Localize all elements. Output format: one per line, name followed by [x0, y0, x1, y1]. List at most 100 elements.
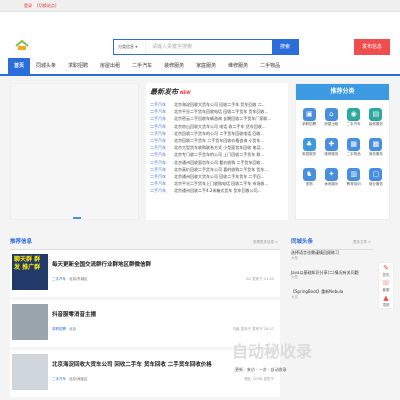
item-thumbnail[interactable]	[12, 354, 48, 390]
category-item[interactable]: ▩ 商务服务	[365, 132, 387, 162]
category-item[interactable]: ◉ 二手汽车	[343, 102, 365, 132]
news-row[interactable]: 二手汽车 北京平谷二手货车上门收购电话 回收二手车 市场收...	[150, 180, 284, 187]
news-text[interactable]: 北京密云二手回收车辆咨询 长期回收二手货车厂家联...	[174, 115, 271, 122]
book-icon: ▥	[347, 167, 361, 181]
news-category[interactable]: 二手汽车	[150, 137, 174, 144]
float-top-icon[interactable]: ▲	[379, 293, 393, 303]
item-category[interactable]: 二手汽车	[52, 377, 66, 381]
headline-item[interactable]: 【SpringBoot】重新Nebula 大型	[291, 289, 373, 301]
news-text[interactable]: 北京平谷二手货车上门收购电话 回收二手车 市场收...	[174, 180, 268, 187]
nav-item-rent[interactable]: 房屋出租	[94, 58, 126, 74]
headline-text[interactable]: Java以基础知识分享(二)情况有关问题	[291, 270, 359, 275]
news-text[interactable]: 北京通州回收二手4.2米箱式货车 货车回收公司...	[174, 187, 261, 194]
item-title[interactable]: 每天更新全国交流群行业群地区群微信群	[52, 260, 151, 268]
nav-item-repair[interactable]: 维修服务	[222, 58, 254, 74]
news-text[interactable]: 北京回收二手货车的公司 二手货车回收电话 回收...	[174, 130, 264, 137]
news-row[interactable]: 二手汽车 北京房山回收大货车公司 电话 收二手车 货车回收...	[150, 123, 284, 130]
news-text[interactable]: 北京海淀回收大货车公司 回收二手车 货车回收 二...	[174, 101, 266, 108]
logo-icon[interactable]	[14, 39, 30, 51]
news-row[interactable]: 二手汽车 北京回收二手货车 二手货车回收价格咨询 小货车...	[150, 137, 284, 144]
item-location: 北京/海淀区	[69, 377, 88, 381]
headline-text[interactable]: 【SpringBoot】重新Nebula	[291, 289, 343, 294]
news-category[interactable]: 二手汽车	[150, 101, 174, 108]
item-category[interactable]: 二手汽车	[52, 277, 66, 281]
news-category[interactable]: 二手汽车	[150, 151, 174, 158]
news-category[interactable]: 二手汽车	[150, 180, 174, 187]
nav-item-jobs[interactable]: 求职招聘	[62, 58, 94, 74]
category-label: 二手汽车	[346, 121, 361, 126]
news-category[interactable]: 二手汽车	[150, 108, 174, 115]
news-row[interactable]: 二手汽车 北京密云二手回收车辆咨询 长期回收二手货车厂家联...	[150, 115, 284, 122]
news-text[interactable]: 北京大型货车收购联系方式 小型面包车回收 电话...	[174, 144, 264, 151]
news-text[interactable]: 北京通州回收面包车公司 看价收购 二手货车回收...	[174, 159, 264, 166]
news-row[interactable]: 二手汽车 北京大型货车收购联系方式 小型面包车回收 电话...	[150, 144, 284, 151]
news-text[interactable]: 北京回收二手货车 二手货车回收价格咨询 小货车...	[174, 137, 264, 144]
nav-item-used-cars[interactable]: 二手汽车	[126, 58, 158, 74]
news-row[interactable]: 二手汽车 北京高价回收二手货车公司 喜的收购二手货车 货车...	[150, 166, 284, 173]
news-category[interactable]: 二手汽车	[150, 123, 174, 130]
category-label: 求职招聘	[302, 121, 317, 126]
float-service-icon[interactable]: ☏	[379, 278, 393, 288]
login-link[interactable]: 登录	[24, 3, 32, 8]
latest-news-panel: 最新发布 NEW 二手汽车 北京海淀回收大货车公司 回收二手车 货车回收 二... 二…	[146, 83, 288, 220]
news-row[interactable]: 二手汽车 北京平谷二手货车回收电话 回收二手货车 货车回收...	[150, 108, 284, 115]
headline-text[interactable]: 选择语言也需谨慎回顾练习	[291, 250, 339, 255]
recommend-more-link[interactable]: 查看更多信息 >	[253, 236, 278, 248]
category-item[interactable]: ✦ 休闲娱乐	[320, 162, 342, 192]
headline-tag: 大型	[291, 255, 298, 260]
news-category[interactable]: 二手汽车	[150, 159, 174, 166]
news-text[interactable]: 北京专门收二手货车的公司 上门回收二手货车 联...	[174, 151, 264, 158]
nav-item-home-service[interactable]: 家庭服务	[190, 58, 222, 74]
category-item[interactable]: ⌂ 房屋出租	[320, 102, 342, 132]
item-title[interactable]: 北京海淀回收大货车公司 回收二手车 货车回收 二手货车回收价格	[52, 360, 212, 368]
float-post-icon[interactable]: ✎	[379, 263, 393, 273]
news-text[interactable]: 北京高价回收二手货车公司 喜的收购二手货车 货车...	[174, 166, 268, 173]
category-item[interactable]: ✚ 维修服务	[320, 132, 342, 162]
news-category[interactable]: 二手汽车	[150, 187, 174, 194]
car-icon: ◉	[347, 107, 361, 121]
item-category[interactable]: 求职招聘	[52, 327, 66, 331]
news-category[interactable]: 二手汽车	[150, 173, 174, 180]
headlines-more-link[interactable]: 更多文章 >	[353, 236, 371, 248]
nav-item-headlines[interactable]: 同城头条	[30, 58, 62, 74]
news-row[interactable]: 二手汽车 北京专门收二手货车的公司 上门回收二手货车 联...	[150, 151, 284, 158]
post-info-button[interactable]: 发布信息	[354, 39, 390, 55]
category-item[interactable]: ▥ 教育培训	[343, 162, 365, 192]
headline-item[interactable]: 选择语言也需谨慎回顾练习 大型	[291, 250, 373, 262]
category-item[interactable]: ♣ 家庭服务	[298, 132, 320, 162]
news-row[interactable]: 二手汽车 北京海淀回收大货车公司 回收二手车 货车回收 二...	[150, 101, 284, 108]
news-category[interactable]: 二手汽车	[150, 115, 174, 122]
item-thumbnail[interactable]	[12, 304, 48, 340]
news-category[interactable]: 二手汽车	[150, 130, 174, 137]
news-row[interactable]: 二手汽车 北京回收二手货车的公司 二手货车回收电话 回收...	[150, 130, 284, 137]
item-thumbnail[interactable]: 聊天群 群发 推广群	[12, 254, 48, 290]
item-title[interactable]: 抖音服零消音主播	[52, 310, 96, 318]
category-item[interactable]: ♞ 宠物	[298, 162, 320, 192]
news-text[interactable]: 北京通州回收大货车公司 回收二手车货车 二手回...	[174, 173, 264, 180]
nav-item-home[interactable]: 首页	[8, 58, 31, 74]
switch-site-link[interactable]: [切换站点]	[37, 3, 56, 8]
slider-indicator[interactable]	[73, 217, 81, 219]
news-text[interactable]: 北京平谷二手货车回收电话 回收二手货车 货车回收...	[174, 108, 268, 115]
news-category[interactable]: 二手汽车	[150, 144, 174, 151]
search-input[interactable]: 请输入关键字搜索	[146, 40, 272, 54]
news-row[interactable]: 二手汽车 北京通州回收面包车公司 看价收购 二手货车回收...	[150, 159, 284, 166]
nav-item-decoration[interactable]: 装修服务	[158, 58, 190, 74]
banner-slider[interactable]	[10, 83, 139, 220]
float-top-label[interactable]: 顶部	[379, 303, 393, 308]
news-text[interactable]: 北京房山回收大货车公司 电话 收二手车 货车回收...	[174, 123, 266, 130]
news-row[interactable]: 二手汽车 北京通州回收二手4.2米箱式货车 货车回收公司...	[150, 187, 284, 194]
headline-item[interactable]: Java以基础知识分享(二)情况有关问题 大型	[291, 270, 373, 282]
watermark: 自动秘收录	[232, 342, 313, 361]
search-category-select[interactable]: 分类信息 ▾	[114, 40, 146, 54]
news-category[interactable]: 二手汽车	[150, 166, 174, 173]
nav-item-second-hand[interactable]: 二手物品	[254, 58, 286, 74]
tag-icon: ✦	[324, 167, 338, 181]
search-button[interactable]: 搜索	[272, 40, 298, 54]
news-row[interactable]: 二手汽车 北京通州回收大货车公司 回收二手车货车 二手回...	[150, 173, 284, 180]
category-item[interactable]: ▣ 求职招聘	[298, 102, 320, 132]
list-item[interactable]: 聊天群 群发 推广群 每天更新全国交流群行业群地区群微信群 二手汽车 北京/东城区 GO…	[10, 250, 280, 297]
category-item[interactable]: ▤ 装修服务	[365, 102, 387, 132]
category-item[interactable]: ▦ 二手物品	[343, 132, 365, 162]
category-item[interactable]: ▢ 商业服务	[365, 162, 387, 192]
